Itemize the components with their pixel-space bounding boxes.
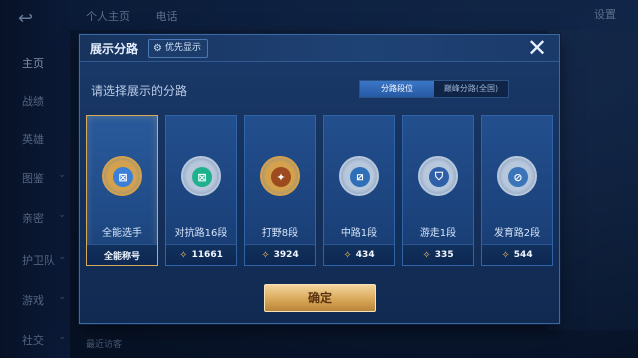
lane-card-footer-text: 11661 xyxy=(191,250,223,260)
emblem-glyph: ⛉ xyxy=(429,167,449,187)
lane-card-footer: ✧ 335 xyxy=(403,244,473,265)
close-button[interactable]: ✕ xyxy=(526,36,548,60)
emblem-glyph: ✦ xyxy=(271,167,291,187)
close-icon: ✕ xyxy=(526,34,548,62)
rank-star-icon: ✧ xyxy=(343,249,352,261)
lane-card-footer: 全能称号 xyxy=(87,244,157,265)
lane-card-label: 发育路2段 xyxy=(493,228,541,239)
lane-card-farm[interactable]: ⊘ 发育路2段 ✧ 544 xyxy=(481,115,553,266)
dialog-header: 展示分路 ⚙ 优先显示 ✕ xyxy=(80,35,559,62)
roam-emblem-icon: ⛉ xyxy=(418,156,458,196)
lane-card-footer-text: 544 xyxy=(513,250,533,260)
lane-card-roam[interactable]: ⛉ 游走1段 ✧ 335 xyxy=(402,115,474,266)
lane-card-footer-text: 3924 xyxy=(273,250,299,260)
lane-card-clash[interactable]: ⊠ 对抗路16段 ✧ 11661 xyxy=(165,115,237,266)
lane-card-footer-text: 全能称号 xyxy=(103,251,140,262)
lane-card-label: 全能选手 xyxy=(102,228,142,239)
priority-display-label: 优先显示 xyxy=(164,43,201,53)
confirm-button[interactable]: 确定 xyxy=(264,284,376,312)
lane-card-mid[interactable]: ⧄ 中路1段 ✧ 434 xyxy=(323,115,395,266)
toggle-lane-rank[interactable]: 分路段位 xyxy=(360,81,434,97)
rank-star-icon: ✧ xyxy=(422,249,431,261)
lane-card-footer: ✧ 3924 xyxy=(245,244,315,265)
emblem-glyph: ⧄ xyxy=(350,167,370,187)
emblem-glyph: ⊠ xyxy=(192,167,212,187)
rank-star-icon: ✧ xyxy=(501,249,510,261)
rank-star-icon: ✧ xyxy=(179,249,188,261)
lane-card-footer: ✧ 11661 xyxy=(166,244,236,265)
lane-card-label: 打野8段 xyxy=(261,228,299,239)
dialog-title: 展示分路 xyxy=(90,42,139,56)
lane-mode-toggle: 分路段位 巅峰分路(全国) xyxy=(359,80,509,98)
select-prompt: 请选择展示的分路 xyxy=(91,84,188,98)
emblem-glyph: ⊘ xyxy=(508,167,528,187)
lane-card-all-round[interactable]: ⊠ 全能选手 全能称号 xyxy=(86,115,158,266)
lane-card-footer-text: 434 xyxy=(355,250,375,260)
emblem-glyph: ⊠ xyxy=(113,167,133,187)
rank-star-icon: ✧ xyxy=(261,249,270,261)
clash-lane-emblem-icon: ⊠ xyxy=(181,156,221,196)
lane-card-footer: ✧ 434 xyxy=(324,244,394,265)
mid-lane-emblem-icon: ⧄ xyxy=(339,156,379,196)
jungle-emblem-icon: ✦ xyxy=(260,156,300,196)
lane-card-jungle[interactable]: ✦ 打野8段 ✧ 3924 xyxy=(244,115,316,266)
lane-card-label: 中路1段 xyxy=(340,228,378,239)
lane-card-footer-text: 335 xyxy=(434,250,454,260)
lane-card-label: 对抗路16段 xyxy=(174,228,228,239)
lane-display-dialog: 展示分路 ⚙ 优先显示 ✕ 请选择展示的分路 分路段位 巅峰分路(全国) ⊠ 全… xyxy=(79,34,560,324)
gear-icon: ⚙ xyxy=(153,43,162,54)
lane-card-footer: ✧ 544 xyxy=(482,244,552,265)
toggle-peak-lane[interactable]: 巅峰分路(全国) xyxy=(434,81,508,97)
all-round-emblem-icon: ⊠ xyxy=(102,156,142,196)
lane-card-label: 游走1段 xyxy=(419,228,457,239)
farm-lane-emblem-icon: ⊘ xyxy=(497,156,537,196)
priority-display-button[interactable]: ⚙ 优先显示 xyxy=(148,39,208,58)
